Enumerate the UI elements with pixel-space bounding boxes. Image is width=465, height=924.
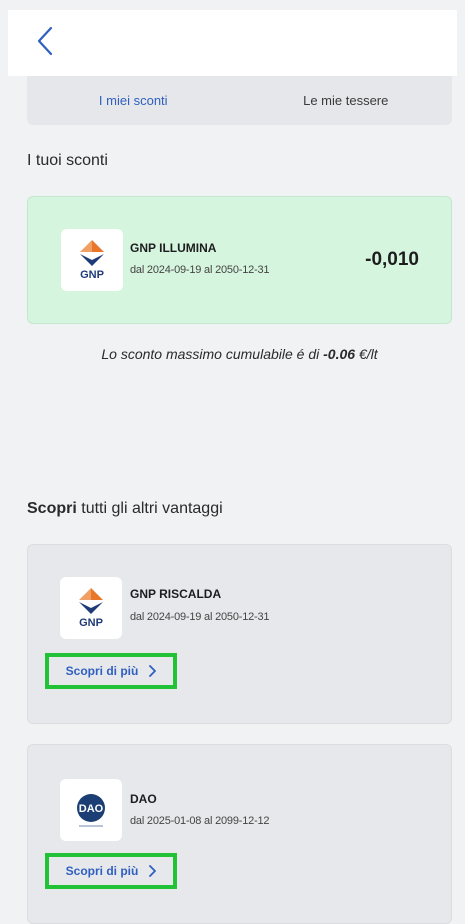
tab-bar: I miei sconti Le mie tessere: [27, 76, 452, 125]
cta-label: Scopri di più: [65, 664, 139, 678]
tab-my-cards[interactable]: Le mie tessere: [240, 93, 453, 108]
top-bar: [8, 10, 457, 76]
note-value: -0.06: [323, 346, 356, 362]
svg-text:GNP: GNP: [80, 269, 104, 281]
offer-name: DAO: [130, 792, 157, 806]
back-button[interactable]: [30, 24, 60, 58]
tab-my-discounts[interactable]: I miei sconti: [27, 93, 240, 108]
active-discount-card[interactable]: GNP GNP ILLUMINA dal 2024-09-19 al 2050-…: [27, 196, 452, 324]
offer-name: GNP RISCALDA: [130, 587, 222, 601]
discount-dates: dal 2024-09-19 al 2050-12-31: [130, 264, 270, 276]
offer-dates: dal 2024-09-19 al 2050-12-31: [130, 611, 270, 623]
offer-dates: dal 2025-01-08 al 2099-12-12: [130, 815, 270, 827]
chevron-right-icon: [148, 865, 157, 877]
discover-more-button[interactable]: Scopri di più: [45, 653, 177, 689]
max-discount-note: Lo sconto massimo cumulabile é di -0.06 …: [27, 346, 452, 362]
note-prefix: Lo sconto massimo cumulabile é di: [101, 346, 324, 362]
gnp-logo: GNP: [61, 229, 123, 291]
discover-rest: tutti gli altri vantaggi: [81, 500, 223, 517]
note-suffix: €/lt: [355, 346, 378, 362]
section-title-my-discounts: I tuoi sconti: [27, 152, 108, 169]
svg-text:GNP: GNP: [79, 617, 103, 629]
svg-text:DAO: DAO: [79, 803, 104, 815]
discover-bold: Scopri: [27, 500, 77, 517]
discount-amount: -0,010: [365, 249, 419, 270]
offer-card: GNP GNP RISCALDA dal 2024-09-19 al 2050-…: [27, 544, 452, 724]
dao-logo: DAO: [60, 779, 122, 841]
discover-more-button[interactable]: Scopri di più: [45, 853, 177, 889]
gnp-logo: GNP: [60, 577, 122, 639]
offer-card: DAO DAO dal 2025-01-08 al 2099-12-12 Sco…: [27, 744, 452, 924]
chevron-left-icon: [37, 26, 53, 56]
discount-name: GNP ILLUMINA: [130, 241, 217, 255]
section-title-discover: Scopri tutti gli altri vantaggi: [27, 500, 223, 518]
chevron-right-icon: [148, 665, 157, 677]
cta-label: Scopri di più: [65, 864, 139, 878]
